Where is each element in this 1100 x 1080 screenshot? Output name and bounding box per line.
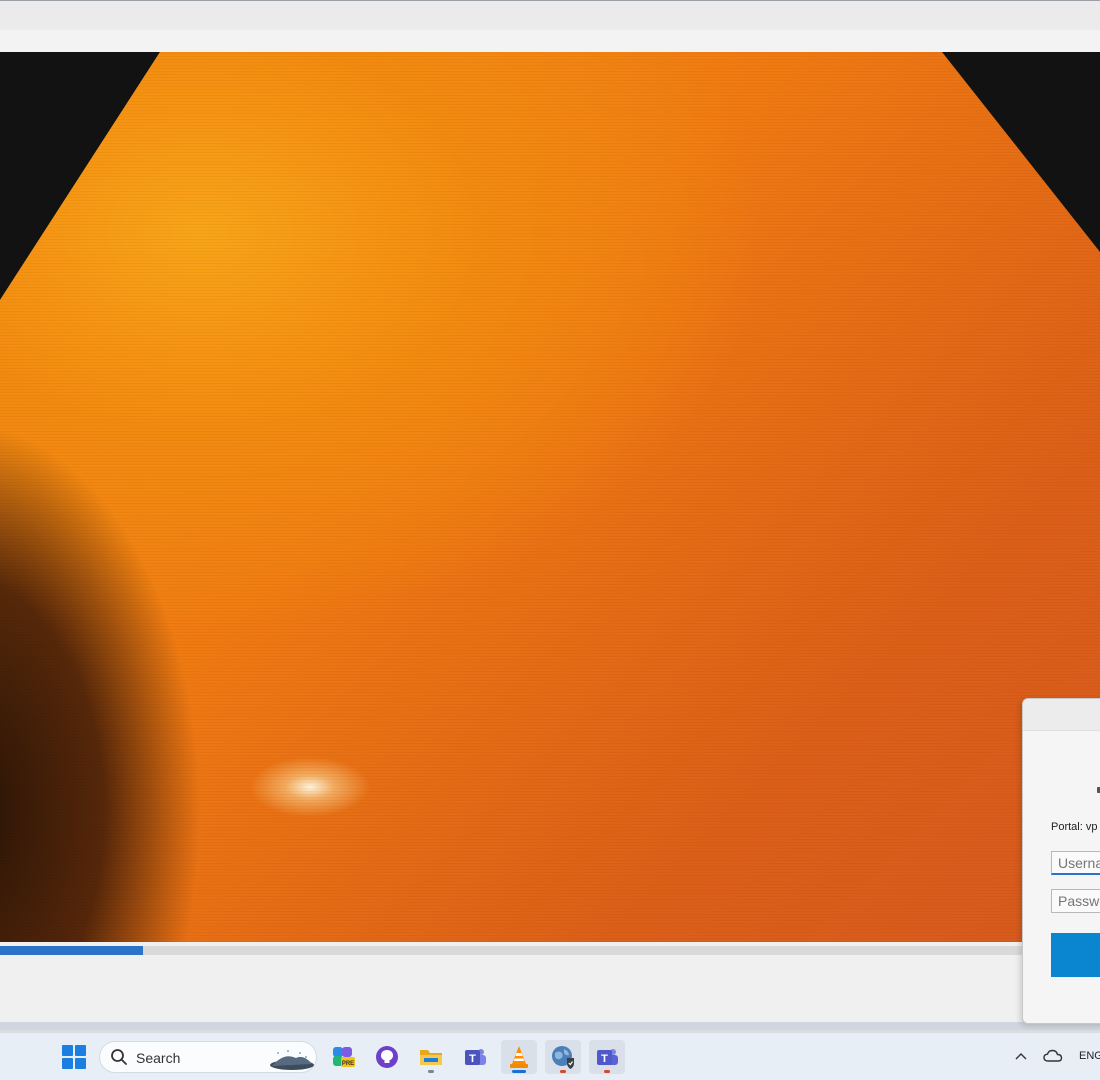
teams-new-glyph-icon: T xyxy=(597,1049,618,1065)
vpn-globe-icon[interactable] xyxy=(545,1040,581,1074)
svg-text:T: T xyxy=(469,1053,476,1065)
controls-bar xyxy=(0,955,1100,1022)
windows-logo-pane xyxy=(75,1045,86,1056)
connect-button[interactable] xyxy=(1051,933,1100,977)
vlc-icon[interactable] xyxy=(501,1040,537,1074)
teams-icon[interactable]: T xyxy=(589,1040,625,1074)
media-player-window xyxy=(0,0,1100,1030)
vlc-cone-icon xyxy=(510,1046,528,1068)
seek-progress xyxy=(0,946,143,955)
taskbar: Search PRE T T ENG xyxy=(0,1032,1100,1080)
onedrive-cloud-icon[interactable] xyxy=(1042,1047,1064,1065)
password-input[interactable] xyxy=(1051,889,1100,913)
active-indicator xyxy=(512,1070,526,1073)
title-bar[interactable] xyxy=(0,0,1100,30)
desktop-wallpaper-strip xyxy=(0,1022,1100,1030)
folder-icon xyxy=(420,1050,442,1065)
file-explorer-icon[interactable] xyxy=(413,1040,449,1074)
search-highlight-art-icon xyxy=(270,1050,314,1070)
search-label: Search xyxy=(136,1050,181,1066)
windows-logo-pane xyxy=(75,1058,86,1069)
globe-shield-icon xyxy=(552,1046,574,1069)
svg-text:T: T xyxy=(601,1053,608,1065)
alert-indicator xyxy=(604,1070,610,1073)
vpn-portal-label: Portal: vp xyxy=(1051,821,1098,833)
search-icon xyxy=(111,1049,127,1065)
copilot-pre-glyph-icon: PRE xyxy=(333,1047,355,1067)
menu-bar[interactable] xyxy=(0,30,1100,52)
windows-logo-pane xyxy=(62,1058,73,1069)
alert-indicator xyxy=(560,1070,566,1073)
vpn-login-dialog: Portal: vp xyxy=(1022,698,1100,1024)
start-button[interactable] xyxy=(62,1045,86,1069)
running-indicator xyxy=(428,1070,434,1073)
seek-bar[interactable] xyxy=(0,946,1100,955)
teams-classic-icon[interactable]: T xyxy=(457,1040,493,1074)
github-glyph-icon xyxy=(376,1046,398,1068)
video-area[interactable] xyxy=(0,52,1100,942)
windows-logo-pane xyxy=(62,1045,73,1056)
username-input[interactable] xyxy=(1051,851,1100,875)
video-scanlines xyxy=(0,52,1100,942)
chevron-up-icon[interactable] xyxy=(1013,1048,1029,1064)
github-desktop-icon[interactable] xyxy=(369,1040,405,1074)
vpn-dialog-header[interactable] xyxy=(1023,699,1100,731)
svg-text:PRE: PRE xyxy=(342,1061,354,1067)
taskbar-search-box[interactable]: Search xyxy=(99,1041,317,1073)
input-language-indicator[interactable]: ENG xyxy=(1079,1050,1100,1062)
teams-glyph-icon: T xyxy=(465,1049,486,1065)
copilot-pre-icon[interactable]: PRE xyxy=(325,1040,361,1074)
